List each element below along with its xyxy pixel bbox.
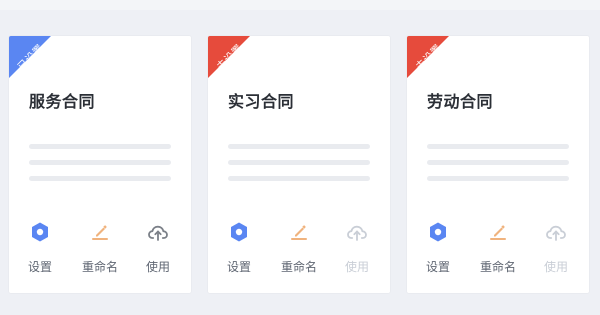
rename-button[interactable]: 重命名 bbox=[72, 220, 128, 280]
settings-button[interactable]: 设置 bbox=[12, 220, 68, 280]
placeholder-line bbox=[29, 160, 171, 165]
placeholder-line bbox=[427, 176, 569, 181]
status-badge: 未设置 bbox=[414, 42, 445, 73]
cloud-upload-icon bbox=[146, 220, 170, 244]
settings-label: 设置 bbox=[226, 260, 251, 274]
status-badge: 已设置 bbox=[16, 42, 47, 73]
pencil-icon bbox=[88, 220, 112, 244]
use-label: 使用 bbox=[543, 260, 568, 274]
status-ribbon: 未设置 bbox=[407, 36, 449, 78]
card-actions: 设置 重命名 使用 bbox=[407, 220, 589, 280]
contract-title: 服务合同 bbox=[29, 92, 96, 111]
content-placeholder-lines bbox=[228, 144, 370, 192]
pencil-icon bbox=[287, 220, 311, 244]
cloud-upload-icon bbox=[345, 220, 369, 244]
use-label: 使用 bbox=[344, 260, 369, 274]
contract-card-service[interactable]: 已设置 服务合同 设置 重命名 使用 bbox=[9, 36, 191, 293]
settings-icon bbox=[227, 220, 251, 244]
content-placeholder-lines bbox=[427, 144, 569, 192]
settings-icon bbox=[28, 220, 52, 244]
rename-label: 重命名 bbox=[81, 260, 118, 274]
rename-label: 重命名 bbox=[280, 260, 317, 274]
use-button[interactable]: 使用 bbox=[130, 220, 186, 280]
contract-card-labor[interactable]: 未设置 劳动合同 设置 重命名 使用 bbox=[407, 36, 589, 293]
pencil-icon bbox=[486, 220, 510, 244]
use-button: 使用 bbox=[528, 220, 584, 280]
settings-button[interactable]: 设置 bbox=[410, 220, 466, 280]
placeholder-line bbox=[29, 176, 171, 181]
use-label: 使用 bbox=[145, 260, 170, 274]
cloud-upload-icon bbox=[544, 220, 568, 244]
placeholder-line bbox=[29, 144, 171, 149]
use-button: 使用 bbox=[329, 220, 385, 280]
contract-template-gallery: 已设置 服务合同 设置 重命名 使用 未设置 实习合同 设置 重命名 使用 未设… bbox=[0, 0, 600, 315]
contract-title: 实习合同 bbox=[228, 92, 295, 111]
status-badge: 未设置 bbox=[215, 42, 246, 73]
status-ribbon: 未设置 bbox=[208, 36, 250, 78]
content-placeholder-lines bbox=[29, 144, 171, 192]
placeholder-line bbox=[427, 160, 569, 165]
rename-label: 重命名 bbox=[479, 260, 516, 274]
settings-icon bbox=[426, 220, 450, 244]
placeholder-line bbox=[427, 144, 569, 149]
rename-button[interactable]: 重命名 bbox=[271, 220, 327, 280]
contract-card-internship[interactable]: 未设置 实习合同 设置 重命名 使用 bbox=[208, 36, 390, 293]
settings-label: 设置 bbox=[425, 260, 450, 274]
placeholder-line bbox=[228, 160, 370, 165]
settings-button[interactable]: 设置 bbox=[211, 220, 267, 280]
rename-button[interactable]: 重命名 bbox=[470, 220, 526, 280]
settings-label: 设置 bbox=[27, 260, 52, 274]
card-actions: 设置 重命名 使用 bbox=[208, 220, 390, 280]
placeholder-line bbox=[228, 176, 370, 181]
top-bar bbox=[0, 0, 600, 10]
card-actions: 设置 重命名 使用 bbox=[9, 220, 191, 280]
status-ribbon: 已设置 bbox=[9, 36, 51, 78]
contract-title: 劳动合同 bbox=[427, 92, 494, 111]
placeholder-line bbox=[228, 144, 370, 149]
